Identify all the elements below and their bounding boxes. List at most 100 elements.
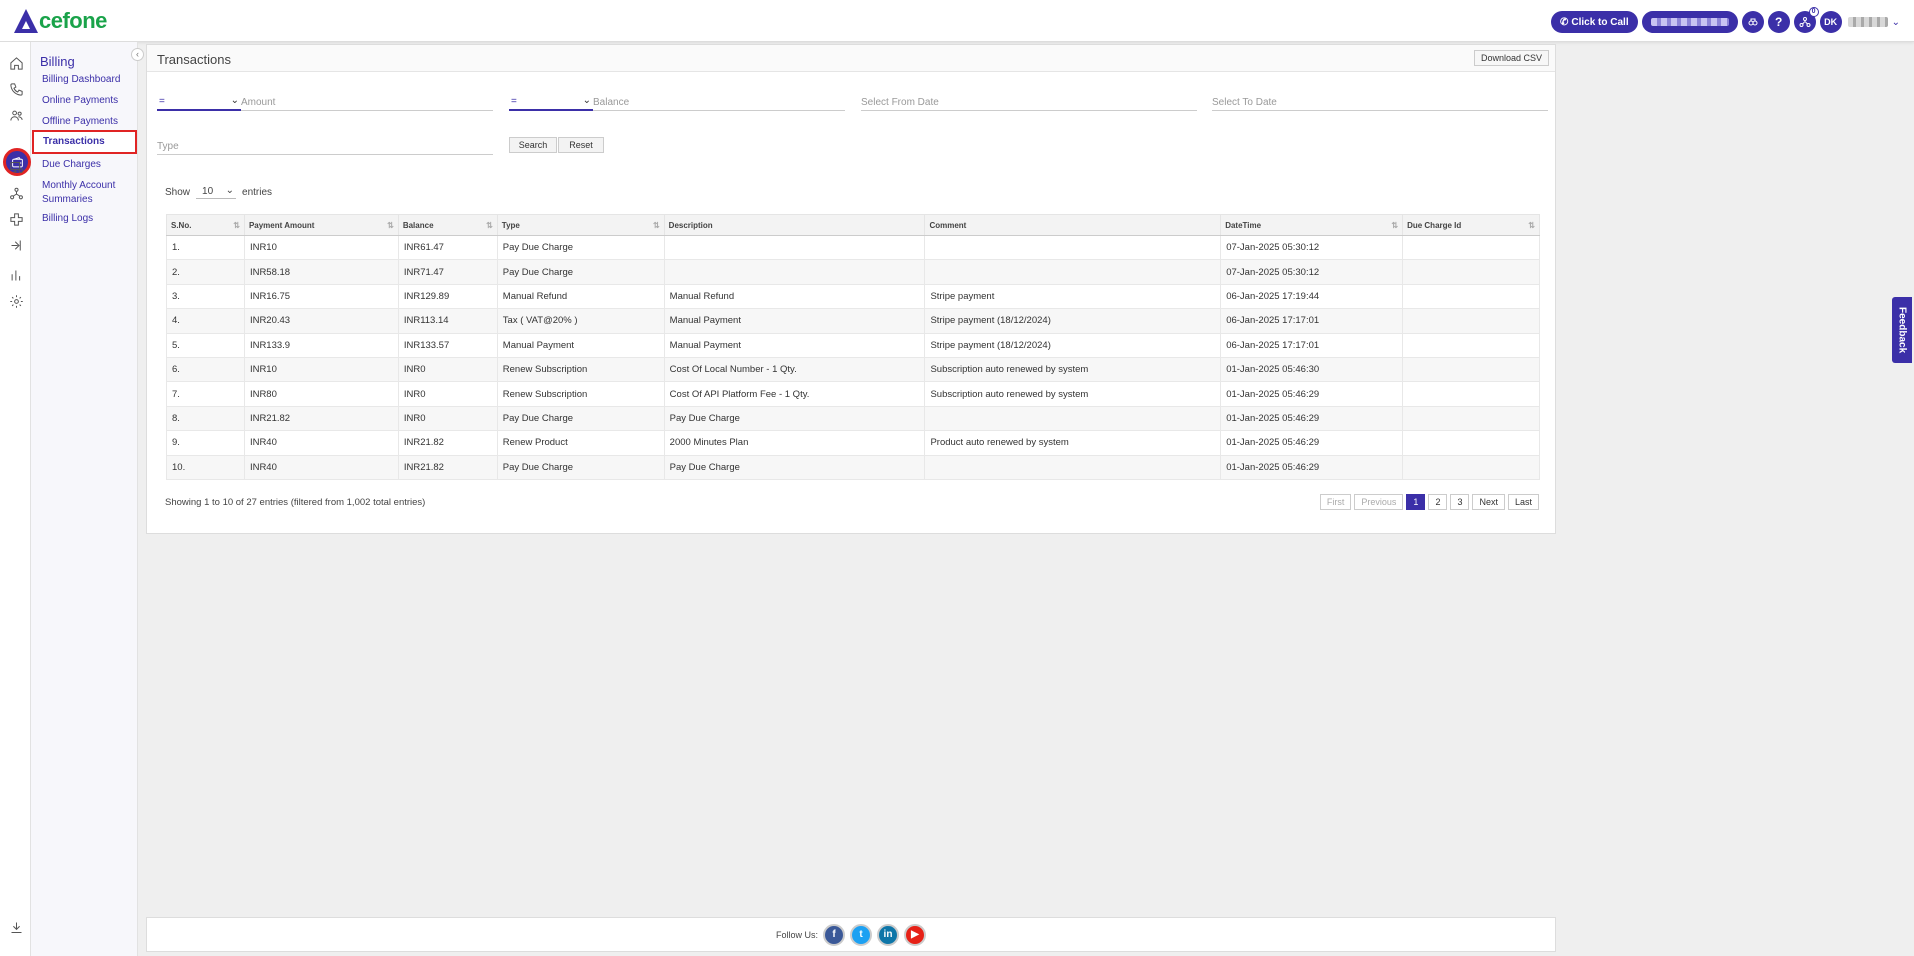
column-header-payment-amount[interactable]: Payment Amount ⇅ — [243, 214, 399, 236]
pager-first-button[interactable]: First — [1319, 494, 1352, 510]
reset-button[interactable]: Reset — [558, 137, 604, 153]
help-icon[interactable]: ? — [1767, 11, 1790, 33]
chevron-down-icon[interactable]: ⌄ — [1892, 17, 1900, 28]
table-cell: 07-Jan-2025 05:30:12 — [1220, 259, 1404, 285]
table-cell: 01-Jan-2025 05:46:30 — [1220, 356, 1404, 383]
transactions-card: Transactions Download CSV = ⌄ Amount = ⌄… — [146, 44, 1556, 534]
page-length-select[interactable]: 10 ⌄ — [196, 185, 237, 199]
from-date-input[interactable]: Select From Date — [861, 95, 1197, 111]
table-cell: Manual Refund — [496, 283, 665, 310]
table-row: 1. INR10 INR61.47 Pay Due Charge 07-Jan-2025… — [166, 234, 1540, 261]
download-icon[interactable] — [7, 918, 25, 936]
subnav-item-transactions[interactable]: Transactions — [32, 130, 137, 154]
page-length-control: Show 10 ⌄ entries — [165, 185, 272, 199]
table-cell: Pay Due Charge — [496, 405, 665, 432]
amount-operator-select[interactable]: = ⌄ — [157, 95, 241, 111]
hierarchy-icon[interactable] — [7, 184, 25, 202]
subnav-item-billing-dashboard[interactable]: Billing Dashboard — [42, 73, 134, 87]
pager-page-2[interactable]: 2 — [1428, 494, 1448, 510]
to-date-input[interactable]: Select To Date — [1212, 95, 1548, 111]
subnav-item-offline-payments[interactable]: Offline Payments — [42, 115, 134, 129]
routing-icon[interactable] — [7, 236, 25, 254]
table-cell — [1402, 381, 1540, 407]
table-row: 5. INR133.9 INR133.57 Manual Payment Manual … — [166, 332, 1540, 358]
table-cell — [1402, 454, 1540, 480]
top-right-actions: ✆ Click to Call ? 0 DK ⌄ — [1550, 7, 1900, 33]
top-bar: cefone ✆ Click to Call ? 0 DK ⌄ — [0, 0, 1914, 42]
subnav-item-due-charges[interactable]: Due Charges — [42, 158, 134, 172]
pager-last-button[interactable]: Last — [1507, 494, 1539, 510]
pager-previous-button[interactable]: Previous — [1354, 494, 1404, 510]
table-cell: 2000 Minutes Plan — [663, 430, 926, 456]
table-cell: 3. — [166, 283, 245, 310]
subnav-item-online-payments[interactable]: Online Payments — [42, 94, 134, 108]
table-cell: Subscription auto renewed by system — [924, 381, 1222, 407]
column-header-due-charge-id[interactable]: Due Charge Id ⇅ — [1402, 214, 1540, 236]
page-title: Transactions — [157, 52, 231, 67]
number-selector[interactable] — [1641, 11, 1738, 33]
table-cell: 2. — [166, 259, 245, 285]
table-cell: INR40 — [243, 430, 399, 456]
table-cell — [1402, 283, 1540, 310]
balance-input[interactable]: Balance — [593, 95, 845, 111]
table-cell: 5. — [166, 332, 245, 358]
blurred-number — [1650, 18, 1729, 26]
search-button[interactable]: Search — [509, 137, 557, 153]
acefone-logo[interactable]: cefone — [14, 6, 107, 36]
table-info: Showing 1 to 10 of 27 entries (filtered … — [165, 497, 426, 508]
phone-icon: ✆ — [1559, 16, 1569, 28]
table-row: 6. INR10 INR0 Renew Subscription Cost Of Loc… — [166, 356, 1540, 383]
amount-operator-value: = — [159, 96, 165, 107]
network-icon[interactable]: 0 — [1793, 7, 1819, 33]
table-cell — [1402, 430, 1540, 456]
table-row: 10. INR40 INR21.82 Pay Due Charge Pay Due Ch… — [166, 454, 1540, 480]
from-date-placeholder: Select From Date — [861, 97, 939, 108]
table-cell — [1402, 332, 1540, 358]
page-length-value: 10 — [202, 186, 214, 197]
sort-icon: ⇅ — [486, 221, 493, 230]
collapse-chevron-left-icon[interactable]: ‹ — [131, 48, 144, 61]
type-input[interactable]: Type — [157, 139, 493, 155]
subnav-item-monthly-account-summaries[interactable]: Monthly Account Summaries — [42, 179, 134, 207]
settings-gear-icon[interactable] — [7, 292, 25, 310]
column-header-type[interactable]: Type ⇅ — [496, 214, 665, 236]
linkedin-icon[interactable]: in — [877, 923, 899, 946]
agent-status-icon[interactable] — [1741, 11, 1764, 33]
table-cell: 01-Jan-2025 05:46:29 — [1220, 430, 1404, 456]
table-cell — [1402, 356, 1540, 383]
pager-page-3[interactable]: 3 — [1450, 494, 1470, 510]
twitter-icon[interactable]: t — [850, 923, 872, 946]
column-header-balance[interactable]: Balance ⇅ — [397, 214, 498, 236]
pager-next-button[interactable]: Next — [1472, 494, 1505, 510]
table-cell: 4. — [166, 308, 245, 334]
table-cell: Cost Of Local Number - 1 Qty. — [663, 356, 926, 383]
subnav-title: Billing — [40, 54, 75, 69]
pager-page-1[interactable]: 1 — [1406, 494, 1426, 510]
table-cell — [1402, 405, 1540, 432]
user-avatar[interactable]: DK — [1819, 11, 1842, 33]
phone-icon[interactable] — [7, 80, 25, 98]
amount-input[interactable]: Amount — [241, 95, 493, 111]
facebook-icon[interactable]: f — [823, 923, 845, 946]
table-cell: Stripe payment — [924, 283, 1222, 310]
table-cell: Renew Product — [496, 430, 665, 456]
integrations-icon[interactable] — [7, 210, 25, 228]
youtube-icon[interactable]: ▶ — [904, 923, 926, 946]
subnav-item-billing-logs[interactable]: Billing Logs — [42, 212, 134, 226]
download-csv-button[interactable]: Download CSV — [1473, 50, 1549, 66]
table-cell: Manual Refund — [663, 283, 926, 310]
monitor-settings-icon[interactable] — [7, 158, 25, 176]
click-to-call-button[interactable]: ✆ Click to Call — [1550, 11, 1638, 33]
column-header-sno[interactable]: S.No. ⇅ — [166, 214, 245, 236]
balance-operator-select[interactable]: = ⌄ — [509, 95, 593, 111]
table-cell — [924, 234, 1222, 261]
table-cell: Tax ( VAT@20% ) — [496, 308, 665, 334]
analytics-icon[interactable] — [7, 266, 25, 284]
users-icon[interactable] — [7, 106, 25, 124]
blurred-username[interactable] — [1847, 17, 1888, 27]
balance-operator-value: = — [511, 96, 517, 107]
table-cell — [924, 259, 1222, 285]
column-header-datetime[interactable]: DateTime ⇅ — [1220, 214, 1404, 236]
home-icon[interactable] — [7, 54, 25, 72]
feedback-tab[interactable]: Feedback — [1892, 297, 1912, 363]
